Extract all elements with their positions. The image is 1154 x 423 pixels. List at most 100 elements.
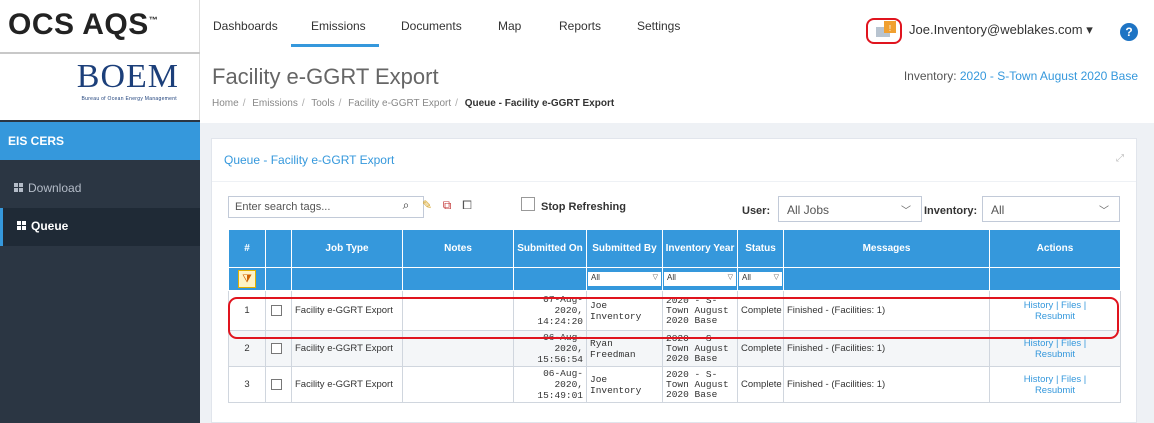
submitted-on-cell: 06-Aug-2020, 15:49:01	[513, 366, 587, 403]
row-number: 1	[228, 290, 266, 331]
nav-documents[interactable]: Documents	[401, 19, 462, 33]
table-row[interactable]: 3 Facility e-GGRT Export 06-Aug-2020, 15:…	[228, 366, 1121, 403]
notification-icon[interactable]: !	[876, 21, 898, 37]
nav-emissions[interactable]: Emissions	[311, 19, 366, 33]
help-icon[interactable]: ?	[1120, 23, 1138, 41]
breadcrumb-home[interactable]: Home	[212, 98, 239, 109]
history-files-link[interactable]: History | Files |	[993, 374, 1117, 385]
nav-map[interactable]: Map	[498, 19, 521, 33]
col-header-job-type[interactable]: Job Type	[291, 229, 403, 268]
inventory-link[interactable]: 2020 - S-Town August 2020 Base	[960, 69, 1138, 83]
inventory-year-cell: 2020 - S-Town August 2020 Base	[662, 290, 738, 331]
status-filter[interactable]: All ▽	[739, 272, 782, 286]
chevron-down-icon: ▾	[1086, 22, 1093, 37]
notes-cell	[402, 290, 514, 331]
clear-tags-icon[interactable]: ✎	[419, 196, 435, 214]
chevron-down-icon: ▽	[773, 274, 779, 281]
col-header-notes[interactable]: Notes	[402, 229, 514, 268]
col-header-messages[interactable]: Messages	[783, 229, 990, 268]
expand-icon[interactable]: ⤢	[1116, 153, 1124, 164]
portlet-divider	[212, 181, 1136, 182]
sidebar-section-eis-cers[interactable]: EIS CERS	[0, 122, 200, 160]
active-nav-indicator	[291, 44, 379, 47]
breadcrumb-current: Queue - Facility e-GGRT Export	[464, 98, 615, 109]
status-cell: Complete	[737, 290, 784, 331]
queue-table: # Job Type Notes Submitted On Submitted …	[228, 229, 1121, 403]
job-type-cell: Facility e-GGRT Export	[291, 330, 403, 367]
submitted-by-filter[interactable]: All ▽	[588, 272, 661, 286]
chevron-down-icon: ▽	[727, 274, 733, 281]
breadcrumb-tools[interactable]: Tools	[311, 98, 334, 109]
submitted-by-cell: Joe Inventory	[586, 366, 663, 403]
table-header-row: # Job Type Notes Submitted On Submitted …	[228, 229, 1121, 268]
status-cell: Complete	[737, 330, 784, 367]
svg-text:!: !	[889, 24, 891, 33]
col-header-submitted-by[interactable]: Submitted By	[586, 229, 663, 268]
user-filter-select[interactable]: All Jobs ﹀	[778, 196, 922, 222]
current-inventory: Inventory: 2020 - S-Town August 2020 Bas…	[903, 69, 1138, 83]
history-files-link[interactable]: History | Files |	[993, 338, 1117, 349]
inventory-year-filter[interactable]: All ▽	[664, 272, 736, 286]
sidebar-item-download[interactable]: Download	[0, 170, 200, 208]
col-header-inventory-year[interactable]: Inventory Year	[662, 229, 738, 268]
row-checkbox[interactable]	[271, 342, 282, 354]
inventory-year-cell: 2020 - S-Town August 2020 Base	[662, 330, 738, 367]
user-menu[interactable]: Joe.Inventory@weblakes.com ▾	[909, 22, 1093, 38]
col-header-submitted-on[interactable]: Submitted On	[513, 229, 587, 268]
submitted-by-cell: Joe Inventory	[586, 290, 663, 331]
breadcrumb-facility-export[interactable]: Facility e-GGRT Export	[348, 98, 451, 109]
inventory-year-cell: 2020 - S-Town August 2020 Base	[662, 366, 738, 403]
sidebar-item-label: Download	[28, 181, 82, 195]
top-nav: Dashboards Emissions Documents Map Repor…	[200, 0, 1154, 48]
delete-icon[interactable]: ⧉	[439, 196, 455, 214]
table-row[interactable]: 1 Facility e-GGRT Export 07-Aug-2020, 14:…	[228, 290, 1121, 331]
table-filter-row: ⧩ All ▽ All ▽ All ▽	[228, 267, 1121, 291]
sidebar-item-queue[interactable]: Queue	[0, 208, 200, 246]
nav-reports[interactable]: Reports	[559, 19, 601, 33]
notes-cell	[402, 366, 514, 403]
table-row[interactable]: 2 Facility e-GGRT Export 06-Aug-2020, 15:…	[228, 330, 1121, 367]
actions-cell: History | Files | Resubmit	[989, 366, 1121, 403]
row-checkbox[interactable]	[271, 304, 282, 316]
inventory-filter-label: Inventory:	[924, 205, 978, 217]
inventory-filter-select[interactable]: All ﹀	[982, 196, 1120, 222]
stop-refreshing-checkbox[interactable]	[521, 197, 535, 211]
col-header-num[interactable]: #	[228, 229, 266, 268]
breadcrumb-emissions[interactable]: Emissions	[252, 98, 298, 109]
logo-area: OCS AQS™ BOEM Bureau of Ocean Energy Man…	[0, 0, 200, 120]
page-title: Facility e-GGRT Export	[212, 64, 439, 89]
clear-filter-icon[interactable]: ⧩	[238, 270, 256, 288]
job-type-cell: Facility e-GGRT Export	[291, 290, 403, 331]
row-number: 3	[228, 366, 266, 403]
search-tags-input[interactable]: Enter search tags...	[228, 196, 424, 218]
portlet-title: Queue - Facility e-GGRT Export	[224, 153, 395, 167]
submitted-on-cell: 07-Aug-2020, 14:24:20	[513, 290, 587, 331]
job-type-cell: Facility e-GGRT Export	[291, 366, 403, 403]
logo-divider	[0, 52, 200, 54]
chevron-down-icon: ▽	[652, 274, 658, 281]
queue-portlet: Queue - Facility e-GGRT Export ⤢ Enter s…	[211, 138, 1137, 423]
grid-icon	[17, 221, 27, 230]
submitted-on-cell: 06-Aug-2020, 15:56:54	[513, 330, 587, 367]
chevron-down-icon: ﹀	[901, 206, 911, 217]
row-checkbox[interactable]	[271, 378, 282, 390]
actions-cell: History | Files | Resubmit	[989, 290, 1121, 331]
grid-icon	[14, 183, 24, 192]
resubmit-link[interactable]: Resubmit	[993, 385, 1117, 396]
col-header-select	[265, 229, 292, 268]
copy-icon[interactable]: ⧠	[459, 196, 475, 214]
message-cell: Finished - (Facilities: 1)	[783, 330, 990, 367]
search-icon[interactable]: ⌕	[398, 196, 414, 214]
nav-dashboards[interactable]: Dashboards	[213, 19, 278, 33]
user-filter-label: User:	[742, 205, 771, 217]
agency-logo: BOEM	[76, 58, 179, 95]
history-files-link[interactable]: History | Files |	[993, 300, 1117, 311]
product-logo[interactable]: OCS AQS™	[8, 8, 158, 42]
nav-settings[interactable]: Settings	[637, 19, 680, 33]
sidebar-item-label: Queue	[31, 219, 69, 233]
message-cell: Finished - (Facilities: 1)	[783, 290, 990, 331]
col-header-status[interactable]: Status	[737, 229, 784, 268]
agency-subtitle: Bureau of Ocean Energy Management	[81, 96, 177, 102]
resubmit-link[interactable]: Resubmit	[993, 311, 1117, 322]
resubmit-link[interactable]: Resubmit	[993, 349, 1117, 360]
